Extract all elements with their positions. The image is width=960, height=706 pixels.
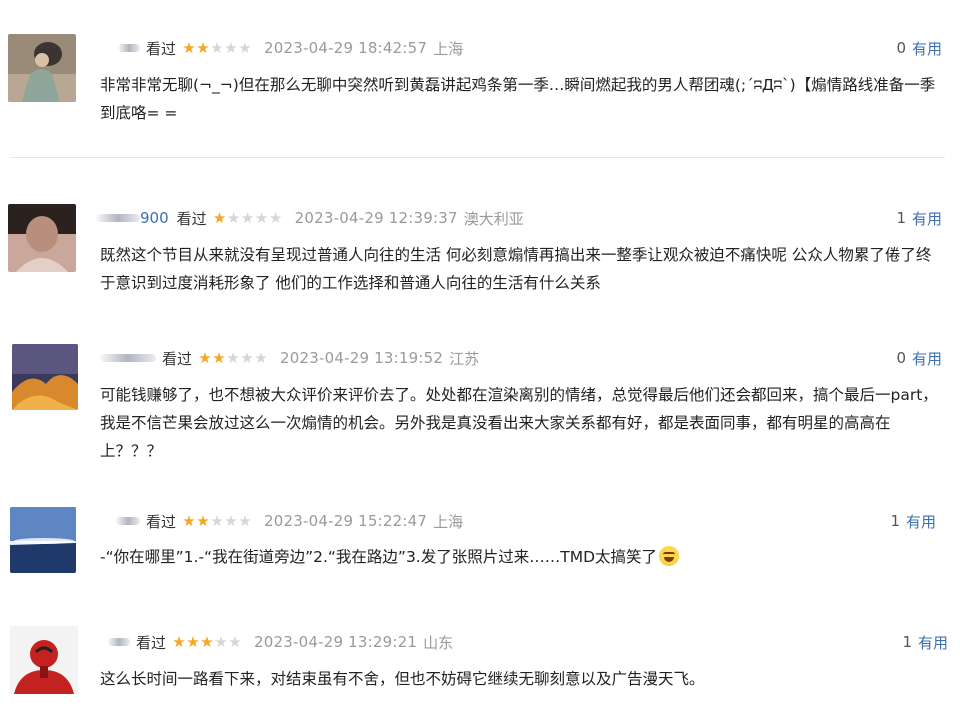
username-blurred[interactable] bbox=[118, 44, 140, 52]
rating-stars: ★ ★ ★ ★ ★ bbox=[212, 208, 283, 227]
star-icon: ★ bbox=[224, 511, 238, 530]
avatar[interactable] bbox=[12, 344, 78, 410]
rating-stars: ★ ★ ★ ★ ★ bbox=[182, 38, 252, 57]
username-blurred[interactable] bbox=[116, 517, 140, 525]
username-blurred[interactable] bbox=[108, 638, 130, 646]
useful-vote[interactable]: 1 有用 bbox=[896, 207, 942, 229]
comment-time[interactable]: 2023-04-29 13:19:52 bbox=[280, 349, 443, 367]
comment-text: -“你在哪里”1.-“我在街道旁边”2.“我在路边”3.发了张照片过来……TMD… bbox=[100, 543, 945, 571]
laughing-face-emoji-icon bbox=[659, 546, 680, 566]
star-icon: ★ bbox=[212, 348, 226, 367]
divider bbox=[10, 157, 945, 158]
useful-count: 0 bbox=[896, 349, 906, 367]
watched-label: 看过 bbox=[146, 512, 177, 531]
comment-location: 江苏 bbox=[449, 349, 480, 368]
useful-button[interactable]: 有用 bbox=[906, 511, 936, 532]
star-icon: ★ bbox=[238, 38, 252, 57]
star-icon: ★ bbox=[224, 38, 238, 57]
comment-text: 这么长时间一路看下来，对结束虽有不舍，但也不妨碍它继续无聊刻意以及广告漫天飞。 bbox=[100, 670, 705, 688]
comment-meta: 看过 ★ ★ ★ ★ ★ 2023-04-29 13:29:21 山东 bbox=[108, 631, 453, 653]
comment-time[interactable]: 2023-04-29 13:29:21 bbox=[254, 633, 417, 651]
comment-text: 可能钱赚够了，也不想被大众评价来评价去了。处处都在渲染离别的情绪，总觉得最后他们… bbox=[100, 386, 938, 460]
useful-vote[interactable]: 1 有用 bbox=[890, 510, 936, 532]
star-icon: ★ bbox=[210, 38, 224, 57]
comment-meta: 900 看过 ★ ★ ★ ★ ★ 2023-04-29 12:39:37 澳大利亚 bbox=[96, 207, 524, 229]
comment-time[interactable]: 2023-04-29 15:22:47 bbox=[264, 512, 427, 530]
comment-list: 看过 ★ ★ ★ ★ ★ 2023-04-29 18:42:57 上海 0 有用 非常非… bbox=[0, 0, 960, 706]
useful-vote[interactable]: 1 有用 bbox=[902, 631, 948, 653]
username-blurred[interactable] bbox=[100, 354, 156, 362]
comment-location: 澳大利亚 bbox=[463, 209, 524, 228]
star-icon: ★ bbox=[226, 348, 240, 367]
useful-button[interactable]: 有用 bbox=[912, 38, 942, 59]
rating-stars: ★ ★ ★ ★ ★ bbox=[172, 632, 242, 651]
star-icon: ★ bbox=[182, 511, 196, 530]
avatar[interactable] bbox=[8, 34, 76, 102]
comment-time[interactable]: 2023-04-29 12:39:37 bbox=[295, 209, 458, 227]
avatar[interactable] bbox=[10, 626, 78, 694]
star-icon: ★ bbox=[172, 632, 186, 651]
comment-text-content: -“你在哪里”1.-“我在街道旁边”2.“我在路边”3.发了张照片过来……TMD… bbox=[100, 548, 658, 566]
star-icon: ★ bbox=[186, 632, 200, 651]
useful-count: 1 bbox=[902, 633, 912, 651]
rating-stars: ★ ★ ★ ★ ★ bbox=[198, 348, 268, 367]
comment-meta: 看过 ★ ★ ★ ★ ★ 2023-04-29 15:22:47 上海 bbox=[116, 510, 463, 532]
comment-text: 非常非常无聊(¬_¬)但在那么无聊中突然听到黄磊讲起鸡条第一季…瞬间燃起我的男人… bbox=[100, 76, 936, 122]
comment-text: 既然这个节目从来就没有呈现过普通人向往的生活 何必刻意煽情再搞出来一整季让观众被… bbox=[100, 246, 932, 292]
star-icon: ★ bbox=[228, 632, 242, 651]
useful-vote[interactable]: 0 有用 bbox=[896, 37, 942, 59]
comment-time[interactable]: 2023-04-29 18:42:57 bbox=[264, 39, 427, 57]
watched-label: 看过 bbox=[136, 633, 167, 652]
star-icon: ★ bbox=[214, 632, 228, 651]
useful-vote[interactable]: 0 有用 bbox=[896, 347, 942, 369]
star-icon: ★ bbox=[196, 38, 210, 57]
comment-location: 山东 bbox=[423, 633, 454, 652]
useful-count: 1 bbox=[890, 512, 900, 530]
username[interactable]: 900 bbox=[140, 209, 169, 227]
star-icon: ★ bbox=[238, 511, 252, 530]
star-icon: ★ bbox=[254, 348, 268, 367]
star-icon: ★ bbox=[198, 348, 212, 367]
username-blurred[interactable] bbox=[96, 214, 140, 222]
useful-button[interactable]: 有用 bbox=[918, 632, 948, 653]
star-icon: ★ bbox=[200, 632, 214, 651]
useful-button[interactable]: 有用 bbox=[912, 348, 942, 369]
watched-label: 看过 bbox=[176, 209, 207, 228]
star-icon: ★ bbox=[182, 38, 196, 57]
star-icon: ★ bbox=[268, 208, 283, 227]
star-icon: ★ bbox=[226, 208, 241, 227]
useful-button[interactable]: 有用 bbox=[912, 208, 942, 229]
comment-location: 上海 bbox=[433, 512, 464, 531]
comment-meta: 看过 ★ ★ ★ ★ ★ 2023-04-29 18:42:57 上海 bbox=[118, 37, 463, 59]
star-icon: ★ bbox=[212, 208, 227, 227]
star-icon: ★ bbox=[254, 208, 269, 227]
star-icon: ★ bbox=[240, 348, 254, 367]
star-icon: ★ bbox=[196, 511, 210, 530]
avatar[interactable] bbox=[10, 507, 76, 573]
watched-label: 看过 bbox=[146, 39, 177, 58]
watched-label: 看过 bbox=[162, 349, 193, 368]
avatar[interactable] bbox=[8, 204, 76, 272]
comment-meta: 看过 ★ ★ ★ ★ ★ 2023-04-29 13:19:52 江苏 bbox=[100, 347, 479, 369]
useful-count: 1 bbox=[896, 209, 906, 227]
rating-stars: ★ ★ ★ ★ ★ bbox=[182, 511, 252, 530]
star-icon: ★ bbox=[240, 208, 255, 227]
star-icon: ★ bbox=[210, 511, 224, 530]
useful-count: 0 bbox=[896, 39, 906, 57]
comment-location: 上海 bbox=[433, 39, 464, 58]
